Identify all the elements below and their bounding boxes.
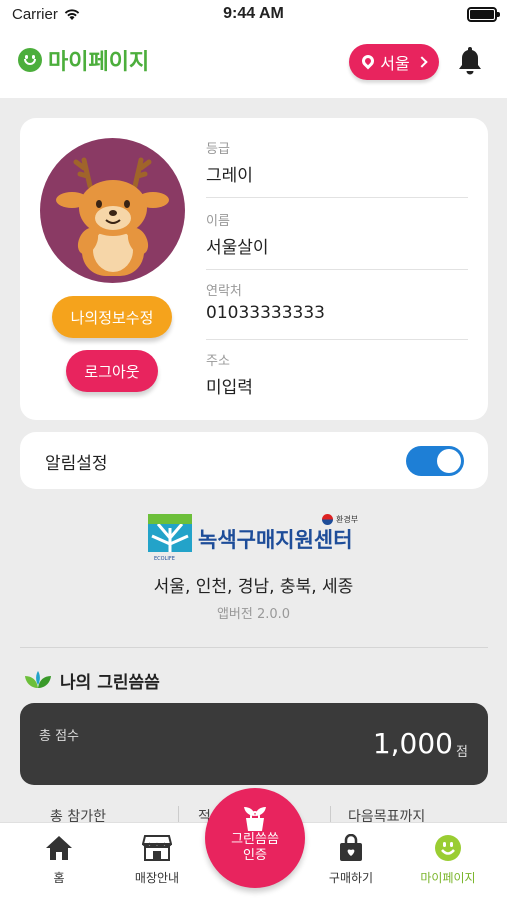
sprout-bag-icon xyxy=(244,807,266,831)
region-list: 서울, 인천, 경남, 충북, 세종 xyxy=(153,577,354,597)
location-label: 서울 xyxy=(380,54,410,73)
green-section-title: 나의 그린씀씀 xyxy=(24,668,160,693)
org-name: 녹색구매지원센터 xyxy=(198,528,353,552)
info-value: 그레이 xyxy=(206,166,253,186)
page-title: 마이페이지 xyxy=(18,44,149,76)
home-icon xyxy=(46,836,72,860)
store-icon xyxy=(142,835,172,861)
info-label: 이름 xyxy=(206,214,230,229)
notification-toggle[interactable] xyxy=(406,446,464,476)
fab-label-line1: 그린씀씀 xyxy=(231,832,279,847)
smile-icon xyxy=(18,48,42,72)
leaf-bowl-icon xyxy=(25,670,51,688)
tab-label: 매장안내 xyxy=(134,871,180,885)
shopping-bag-icon xyxy=(340,834,362,861)
deer-character-icon xyxy=(56,157,169,276)
clock: 9:44 AM xyxy=(223,5,284,22)
bell-icon[interactable] xyxy=(458,45,482,75)
org-logo: ECOLIFE 환경부 녹색구매지원센터 xyxy=(148,512,363,562)
app-version: 앱버전 2.0.0 xyxy=(216,607,291,622)
avatar xyxy=(40,138,185,283)
info-value: 01033333333 xyxy=(206,303,325,323)
battery-icon xyxy=(467,7,500,22)
total-score-label: 총 점수 xyxy=(39,729,80,744)
info-label: 연락처 xyxy=(206,284,242,299)
profile-card: 나의정보수정 로그아웃 등급 그레이 이름 서울살이 연락처 010333333… xyxy=(20,118,488,420)
total-score-value: 1,000 xyxy=(372,727,453,760)
tab-store[interactable]: 매장안내 xyxy=(112,833,202,886)
page-title-text: 마이페이지 xyxy=(48,50,150,75)
info-value: 서울살이 xyxy=(206,238,269,258)
status-bar: Carrier 9:44 AM xyxy=(0,0,507,30)
logout-button[interactable]: 로그아웃 xyxy=(66,350,158,392)
fab-label-line2: 인증 xyxy=(243,848,267,863)
info-row-grade: 등급 그레이 xyxy=(206,138,468,198)
edit-profile-button[interactable]: 나의정보수정 xyxy=(52,296,172,338)
info-label: 주소 xyxy=(206,354,230,369)
tab-home[interactable]: 홈 xyxy=(14,833,104,886)
info-value: 미입력 xyxy=(206,378,253,398)
notification-label: 알림설정 xyxy=(45,454,108,474)
info-row-phone: 연락처 01033333333 xyxy=(206,280,468,340)
total-score-card: 총 점수 1,000 점 xyxy=(20,703,488,785)
app-header: 마이페이지 서울 xyxy=(0,30,507,98)
pin-icon xyxy=(359,52,377,70)
ecolife-logo-icon xyxy=(148,514,192,552)
tab-mypage[interactable]: 마이페이지 xyxy=(403,833,493,886)
chevron-right-icon xyxy=(416,56,428,68)
tab-label: 마이페이지 xyxy=(420,871,476,885)
smile-icon xyxy=(435,835,461,861)
info-label: 등급 xyxy=(206,142,230,157)
location-button[interactable]: 서울 xyxy=(349,44,439,80)
divider xyxy=(20,647,488,648)
green-certify-button[interactable]: 그린씀씀 인증 xyxy=(205,788,305,888)
tab-label: 홈 xyxy=(53,871,65,885)
ecolife-caption: ECOLIFE xyxy=(154,556,175,562)
info-row-address: 주소 미입력 xyxy=(206,350,468,406)
info-row-name: 이름 서울살이 xyxy=(206,210,468,270)
tab-shop[interactable]: 구매하기 xyxy=(306,833,396,886)
notification-card: 알림설정 xyxy=(20,432,488,489)
tab-label: 구매하기 xyxy=(328,871,374,885)
total-score-unit: 점 xyxy=(456,745,468,760)
